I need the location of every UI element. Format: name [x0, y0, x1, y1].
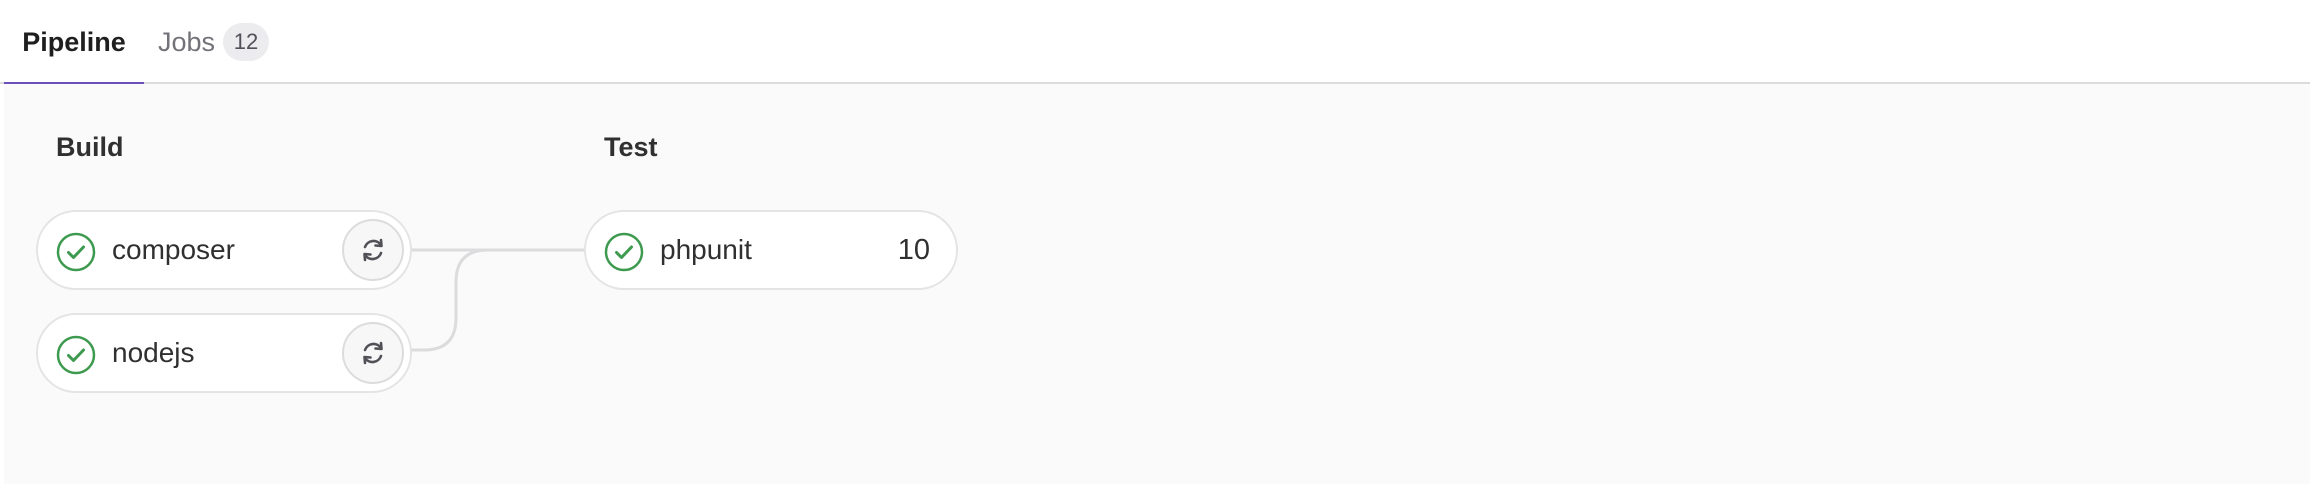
job-name: composer — [112, 234, 235, 265]
check-circle-icon — [56, 335, 96, 375]
retry-icon — [363, 238, 383, 262]
job-nodejs[interactable]: nodejs — [36, 313, 412, 393]
check-circle-icon — [56, 232, 96, 272]
job-phpunit[interactable]: phpunit 10 — [584, 210, 958, 290]
job-group-count: 10 — [897, 233, 930, 266]
tab-pipeline[interactable]: Pipeline — [4, 0, 144, 86]
stage-title-test: Test — [604, 132, 658, 162]
tab-jobs[interactable]: Jobs 12 — [158, 0, 270, 84]
stage-title-build: Build — [56, 132, 124, 162]
connector-nodejs-phpunit — [404, 248, 584, 352]
retry-button[interactable] — [342, 219, 404, 281]
pipeline-graph: Build Test composer nodejs phpunit 10 — [4, 84, 2310, 484]
tab-jobs-label: Jobs — [158, 26, 216, 57]
tab-pipeline-label: Pipeline — [22, 26, 126, 57]
job-name: phpunit — [660, 234, 752, 265]
retry-button[interactable] — [342, 322, 404, 384]
job-name: nodejs — [112, 337, 195, 368]
retry-icon — [363, 341, 383, 365]
pipeline-tabs: Pipeline Jobs 12 — [0, 0, 2310, 86]
check-circle-icon — [604, 232, 644, 272]
jobs-count-badge: 12 — [223, 23, 270, 61]
job-composer[interactable]: composer — [36, 210, 412, 290]
